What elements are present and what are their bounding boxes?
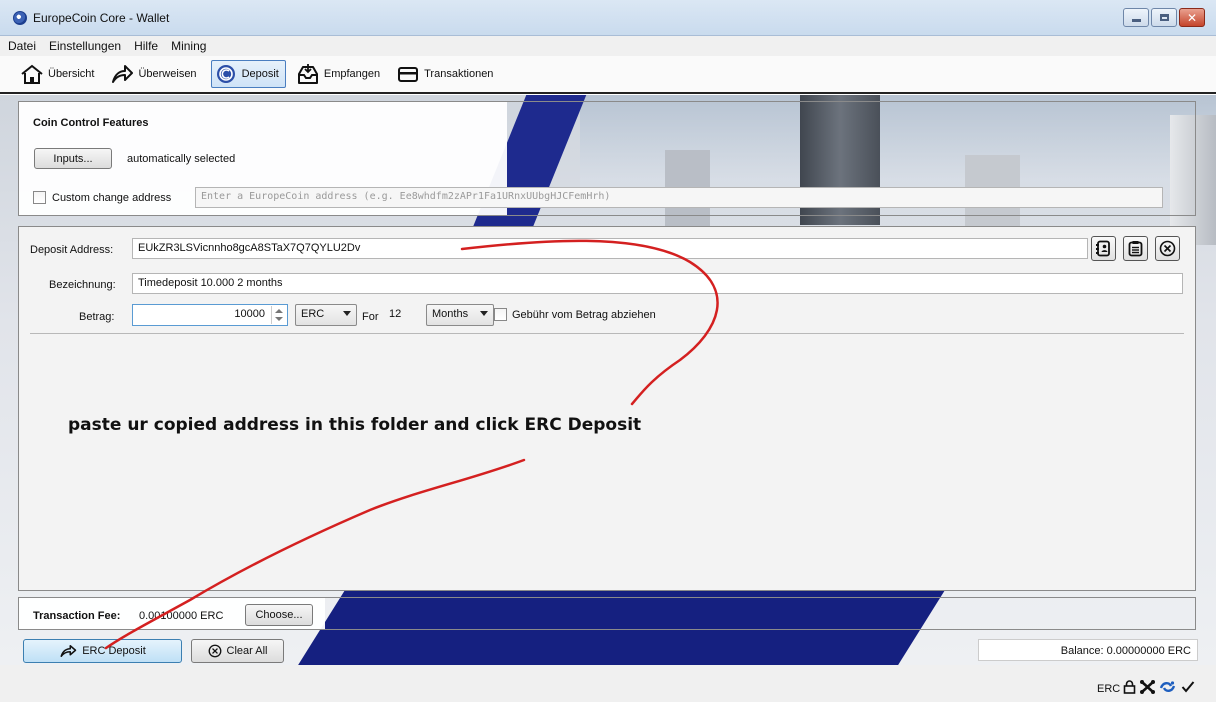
annotation-line bbox=[104, 239, 719, 650]
